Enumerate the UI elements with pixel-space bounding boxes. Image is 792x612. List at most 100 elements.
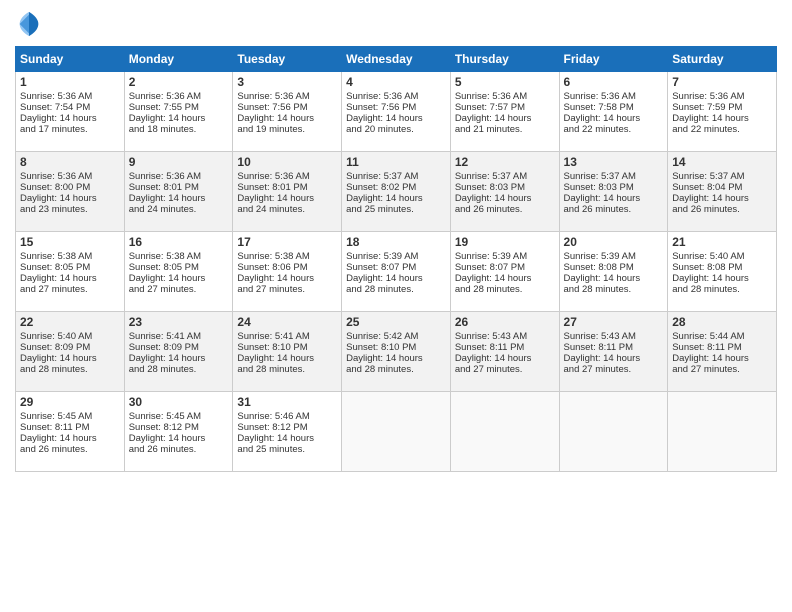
- daylight-label: Daylight: 14 hours: [237, 113, 314, 124]
- calendar-cell: 15Sunrise: 5:38 AMSunset: 8:05 PMDayligh…: [16, 232, 125, 312]
- calendar-week-4: 22Sunrise: 5:40 AMSunset: 8:09 PMDayligh…: [16, 312, 777, 392]
- daylight-minutes: and 21 minutes.: [455, 124, 523, 135]
- day-number: 11: [346, 155, 446, 169]
- daylight-label: Daylight: 14 hours: [564, 273, 641, 284]
- day-number: 21: [672, 235, 772, 249]
- sunset-label: Sunset: 8:12 PM: [237, 422, 307, 433]
- sunset-label: Sunset: 8:11 PM: [564, 342, 634, 353]
- sunrise-label: Sunrise: 5:39 AM: [455, 251, 527, 262]
- calendar-cell: 17Sunrise: 5:38 AMSunset: 8:06 PMDayligh…: [233, 232, 342, 312]
- daylight-minutes: and 26 minutes.: [20, 444, 88, 455]
- calendar-week-1: 1 Sunrise: 5:36 AMSunset: 7:54 PM Daylight…: [16, 72, 777, 152]
- daylight-minutes: and 24 minutes.: [237, 204, 305, 215]
- calendar-cell: 10Sunrise: 5:36 AMSunset: 8:01 PMDayligh…: [233, 152, 342, 232]
- sunset-label: Sunset: 7:56 PM: [237, 102, 307, 113]
- sunrise-label: Sunrise: 5:37 AM: [455, 171, 527, 182]
- calendar-week-2: 8Sunrise: 5:36 AMSunset: 8:00 PMDaylight…: [16, 152, 777, 232]
- day-number: 31: [237, 395, 337, 409]
- day-number: 7: [672, 75, 772, 89]
- header-area: [15, 10, 777, 38]
- sunrise-label: Sunrise: 5:39 AM: [564, 251, 636, 262]
- calendar-header-thursday: Thursday: [450, 47, 559, 72]
- calendar-cell: 20Sunrise: 5:39 AMSunset: 8:08 PMDayligh…: [559, 232, 668, 312]
- day-number: 5: [455, 75, 555, 89]
- sunrise-label: Sunrise: 5:37 AM: [346, 171, 418, 182]
- daylight-label: Daylight: 14 hours: [455, 273, 532, 284]
- sunrise-label: Sunrise: 5:40 AM: [672, 251, 744, 262]
- calendar-week-5: 29Sunrise: 5:45 AMSunset: 8:11 PMDayligh…: [16, 392, 777, 472]
- sunrise-label: Sunrise: 5:41 AM: [129, 331, 201, 342]
- logo: [15, 10, 47, 38]
- sunset-label: Sunset: 7:54 PM: [20, 102, 90, 113]
- calendar-cell: 6Sunrise: 5:36 AMSunset: 7:58 PMDaylight…: [559, 72, 668, 152]
- day-number: 2: [129, 75, 229, 89]
- calendar-cell: [559, 392, 668, 472]
- sunrise-label: Sunrise: 5:36 AM: [237, 171, 309, 182]
- sunrise-label: Sunrise: 5:44 AM: [672, 331, 744, 342]
- sunset-label: Sunset: 8:10 PM: [237, 342, 307, 353]
- calendar-header-sunday: Sunday: [16, 47, 125, 72]
- daylight-minutes: and 26 minutes.: [129, 444, 197, 455]
- daylight-label: Daylight: 14 hours: [672, 353, 749, 364]
- sunset-label: Sunset: 8:07 PM: [455, 262, 525, 273]
- calendar-cell: 2Sunrise: 5:36 AMSunset: 7:55 PMDaylight…: [124, 72, 233, 152]
- sunset-label: Sunset: 8:11 PM: [672, 342, 742, 353]
- daylight-minutes: and 23 minutes.: [20, 204, 88, 215]
- daylight-label: Daylight: 14 hours: [129, 433, 206, 444]
- day-number: 1: [20, 75, 120, 89]
- daylight-minutes: and 27 minutes.: [455, 364, 523, 375]
- day-number: 3: [237, 75, 337, 89]
- day-number: 20: [564, 235, 664, 249]
- daylight-minutes: and 22 minutes.: [672, 124, 740, 135]
- day-number: 4: [346, 75, 446, 89]
- daylight-label: Daylight: 14 hours: [672, 193, 749, 204]
- daylight-label: Daylight: 14 hours: [129, 113, 206, 124]
- sunrise-label: Sunrise: 5:43 AM: [564, 331, 636, 342]
- sunset-label: Sunset: 8:04 PM: [672, 182, 742, 193]
- day-number: 28: [672, 315, 772, 329]
- sunset-label: Sunset: 8:11 PM: [455, 342, 525, 353]
- daylight-minutes: and 24 minutes.: [129, 204, 197, 215]
- day-number: 18: [346, 235, 446, 249]
- daylight-label: Daylight: 14 hours: [237, 193, 314, 204]
- daylight-label: Daylight: 14 hours: [564, 113, 641, 124]
- sunrise-label: Sunrise: 5:37 AM: [564, 171, 636, 182]
- sunrise-label: Sunrise: 5:38 AM: [129, 251, 201, 262]
- sunset-label: Sunset: 8:09 PM: [20, 342, 90, 353]
- calendar-cell: 9Sunrise: 5:36 AMSunset: 8:01 PMDaylight…: [124, 152, 233, 232]
- day-number: 30: [129, 395, 229, 409]
- daylight-minutes: and 27 minutes.: [237, 284, 305, 295]
- day-number: 14: [672, 155, 772, 169]
- sunset-label: Sunset: 7:55 PM: [129, 102, 199, 113]
- daylight-label: Daylight: 14 hours: [564, 353, 641, 364]
- daylight-minutes: and 22 minutes.: [564, 124, 632, 135]
- sunset-label: Sunset: 8:01 PM: [237, 182, 307, 193]
- daylight-minutes: and 25 minutes.: [237, 444, 305, 455]
- daylight-label: Daylight: 14 hours: [20, 193, 97, 204]
- daylight-label: Daylight: 14 hours: [672, 273, 749, 284]
- sunrise-label: Sunrise: 5:38 AM: [20, 251, 92, 262]
- calendar-cell: 27 Sunrise: 5:43 AMSunset: 8:11 PMDayligh…: [559, 312, 668, 392]
- day-number: 16: [129, 235, 229, 249]
- day-number: 29: [20, 395, 120, 409]
- sunset-label: Sunset: 7:59 PM: [672, 102, 742, 113]
- daylight-minutes: and 28 minutes.: [237, 364, 305, 375]
- daylight-minutes: and 27 minutes.: [564, 364, 632, 375]
- calendar-cell: 11Sunrise: 5:37 AMSunset: 8:02 PMDayligh…: [342, 152, 451, 232]
- sunrise-label: Sunrise: 5:36 AM: [20, 171, 92, 182]
- sunset-label: Sunset: 8:10 PM: [346, 342, 416, 353]
- daylight-minutes: and 26 minutes.: [564, 204, 632, 215]
- daylight-minutes: and 26 minutes.: [455, 204, 523, 215]
- daylight-label: Daylight: 14 hours: [129, 193, 206, 204]
- daylight-label: Daylight: 14 hours: [564, 193, 641, 204]
- daylight-minutes: and 28 minutes.: [346, 364, 414, 375]
- calendar-cell: 23Sunrise: 5:41 AMSunset: 8:09 PMDayligh…: [124, 312, 233, 392]
- sunset-label: Sunset: 8:03 PM: [564, 182, 634, 193]
- sunrise-label: Sunrise: 5:45 AM: [20, 411, 92, 422]
- sunrise-label: Sunrise: 5:36 AM: [20, 91, 92, 102]
- sunset-label: Sunset: 7:58 PM: [564, 102, 634, 113]
- sunset-label: Sunset: 8:12 PM: [129, 422, 199, 433]
- day-number: 27: [564, 315, 664, 329]
- sunrise-label: Sunrise: 5:40 AM: [20, 331, 92, 342]
- daylight-minutes: and 28 minutes.: [564, 284, 632, 295]
